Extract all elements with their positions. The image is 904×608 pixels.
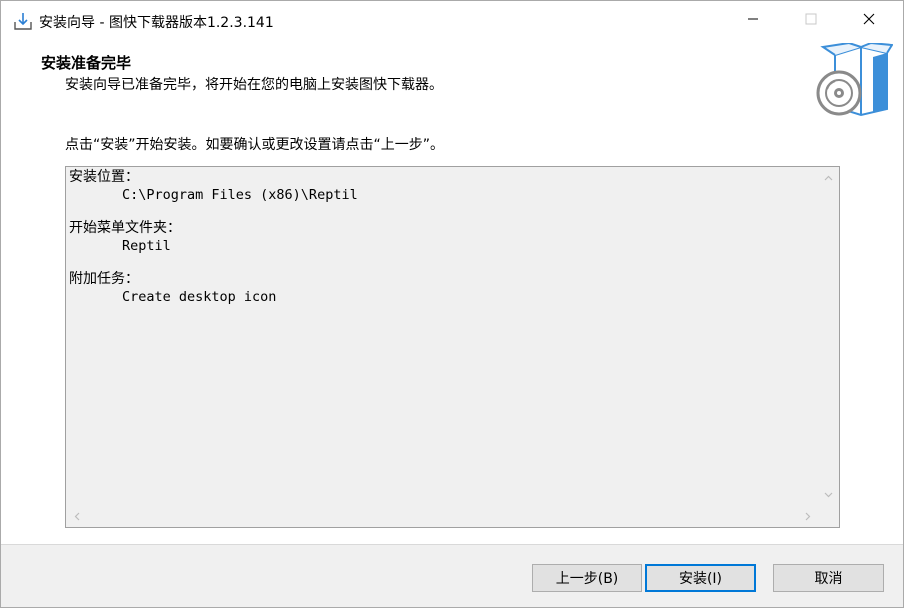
summary-content: 安装位置： C:\Program Files (x86)\Reptil 开始菜单… bbox=[69, 168, 819, 504]
scroll-up-icon[interactable] bbox=[818, 167, 839, 188]
wizard-header: 安装准备完毕 安装向导已准备完毕，将开始在您的电脑上安装图快下载器。 bbox=[1, 41, 903, 119]
page-subtitle: 安装向导已准备完毕，将开始在您的电脑上安装图快下载器。 bbox=[65, 77, 443, 93]
section-value: C:\Program Files (x86)\Reptil bbox=[122, 187, 358, 203]
install-button[interactable]: 安装(I) bbox=[645, 564, 756, 592]
section-value: Reptil bbox=[122, 238, 171, 254]
ready-summary-memo[interactable]: 安装位置： C:\Program Files (x86)\Reptil 开始菜单… bbox=[65, 166, 840, 528]
maximize-button bbox=[782, 1, 840, 41]
vertical-scrollbar[interactable] bbox=[818, 167, 839, 505]
page-title: 安装准备完毕 bbox=[41, 54, 132, 72]
instruction-text: 点击“安装”开始安装。如要确认或更改设置请点击“上一步”。 bbox=[65, 137, 445, 153]
summary-section-install-location: 安装位置： C:\Program Files (x86)\Reptil bbox=[69, 168, 819, 204]
horizontal-scrollbar[interactable] bbox=[66, 506, 818, 527]
scroll-down-icon[interactable] bbox=[818, 484, 839, 505]
close-icon bbox=[863, 13, 875, 29]
install-box-cd-icon bbox=[813, 41, 894, 117]
cancel-button[interactable]: 取消 bbox=[773, 564, 884, 592]
scroll-right-icon[interactable] bbox=[797, 506, 818, 527]
back-button[interactable]: 上一步(B) bbox=[532, 564, 642, 592]
summary-section-start-menu: 开始菜单文件夹： Reptil bbox=[69, 219, 819, 255]
section-value: Create desktop icon bbox=[122, 289, 277, 305]
section-label: 开始菜单文件夹： bbox=[69, 220, 181, 236]
window-title: 安装向导 - 图快下载器版本1.2.3.141 bbox=[39, 15, 274, 31]
section-label: 安装位置： bbox=[69, 169, 139, 185]
minimize-button[interactable] bbox=[724, 1, 782, 41]
wizard-footer: 上一步(B) 安装(I) 取消 bbox=[1, 544, 903, 607]
summary-section-tasks: 附加任务： Create desktop icon bbox=[69, 270, 819, 306]
title-bar[interactable]: 安装向导 - 图快下载器版本1.2.3.141 bbox=[1, 1, 903, 41]
installer-window: 安装向导 - 图快下载器版本1.2.3.141 安装准备完毕 安装向导已准备完毕… bbox=[0, 0, 904, 608]
close-button[interactable] bbox=[840, 1, 898, 41]
download-icon bbox=[13, 11, 33, 31]
scroll-left-icon[interactable] bbox=[66, 506, 87, 527]
section-label: 附加任务： bbox=[69, 271, 139, 287]
minimize-icon bbox=[747, 13, 759, 29]
maximize-icon bbox=[805, 13, 817, 29]
